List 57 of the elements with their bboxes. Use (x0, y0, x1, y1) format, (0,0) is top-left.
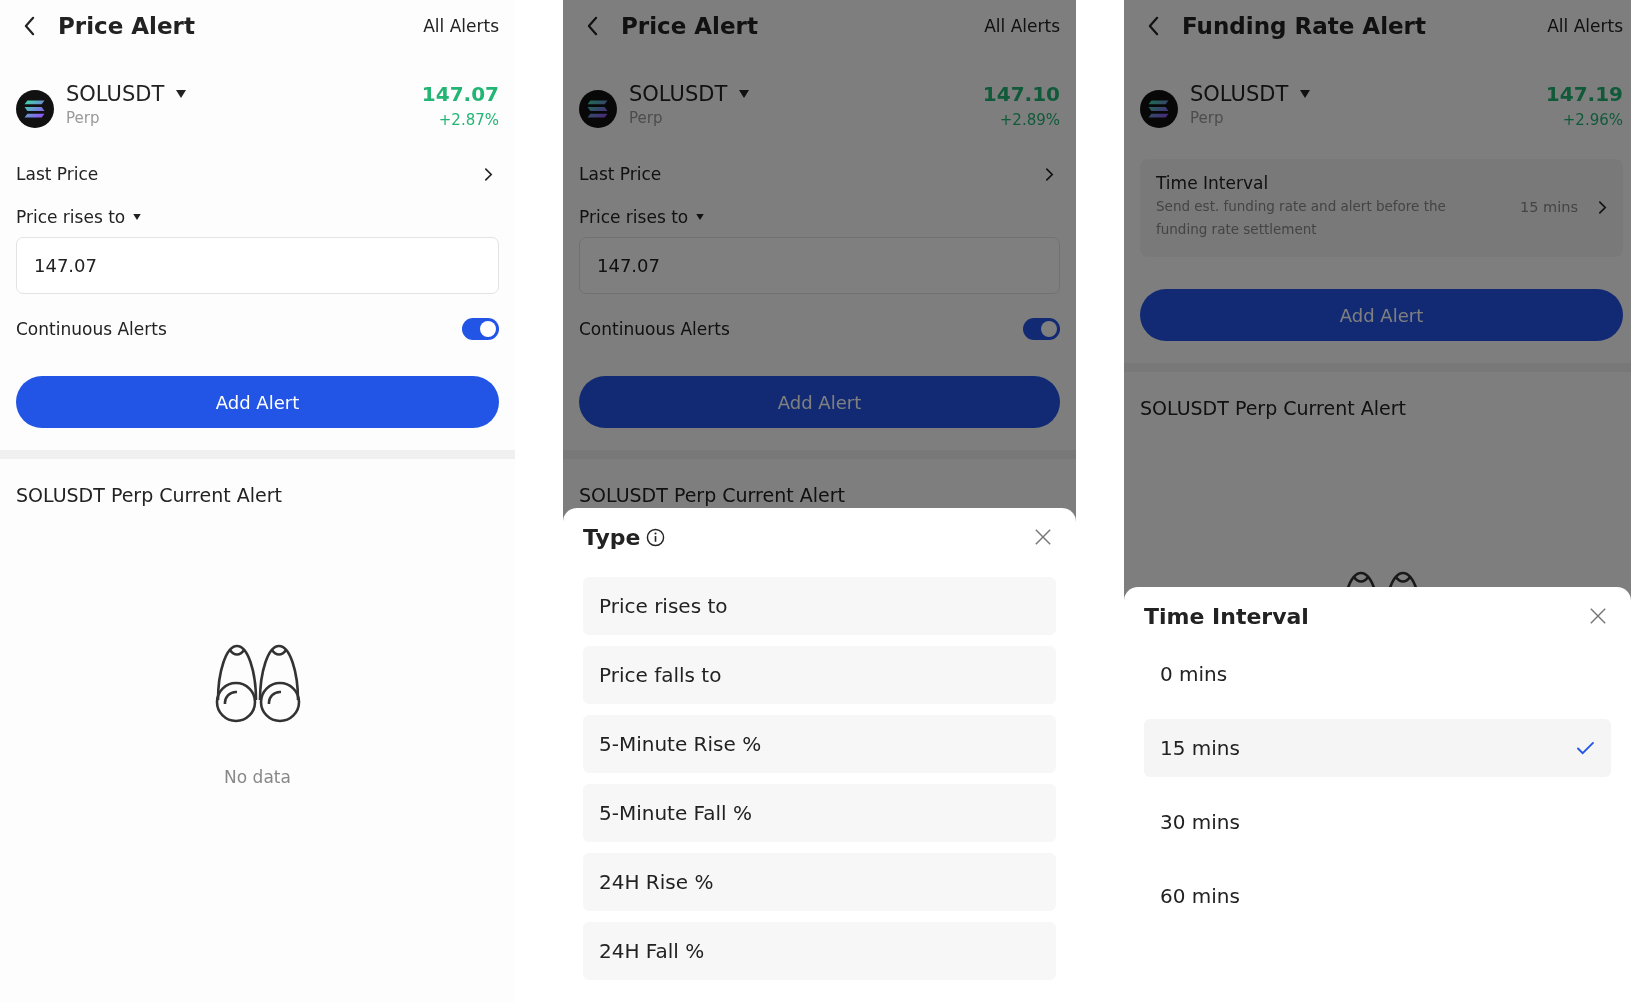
back-icon[interactable] (23, 16, 36, 36)
alert-type-option[interactable]: 24H Rise % (583, 853, 1056, 911)
interval-option[interactable]: 0 mins (1144, 645, 1611, 703)
sheet-title: Time Interval (1144, 603, 1309, 629)
all-alerts-link[interactable]: All Alerts (984, 16, 1060, 36)
close-icon[interactable] (1034, 528, 1052, 546)
continuous-alerts-label: Continuous Alerts (16, 319, 167, 339)
symbol-name[interactable]: SOLUSDT (629, 82, 728, 106)
all-alerts-link[interactable]: All Alerts (423, 16, 499, 36)
time-interval-label: Time Interval (1156, 173, 1270, 193)
page-title: Price Alert (621, 13, 759, 39)
symbol-name[interactable]: SOLUSDT (1190, 82, 1289, 106)
dropdown-caret-icon[interactable] (176, 90, 187, 98)
interval-option[interactable]: 15 mins (1144, 719, 1611, 777)
token-logo-icon (1140, 90, 1178, 128)
dropdown-caret-icon[interactable] (133, 214, 142, 220)
chevron-right-icon (484, 166, 493, 182)
section-title: SOLUSDT Perp Current Alert (1140, 397, 1407, 419)
token-logo-icon (579, 90, 617, 128)
close-icon[interactable] (1589, 607, 1607, 625)
toggle-switch[interactable] (1023, 318, 1060, 340)
price-source-row[interactable]: Last Price (579, 159, 1060, 189)
price-input[interactable]: 147.07 (16, 237, 499, 294)
symbol-name[interactable]: SOLUSDT (66, 82, 165, 106)
alert-type-option[interactable]: 5-Minute Fall % (583, 784, 1056, 842)
condition-selector[interactable]: Price rises to (16, 207, 126, 227)
continuous-alerts-label: Continuous Alerts (579, 319, 730, 339)
last-price: 147.07 (421, 82, 499, 106)
toggle-switch[interactable] (462, 318, 499, 340)
price-change: +2.87% (438, 111, 499, 129)
market-type: Perp (66, 109, 101, 127)
add-alert-button[interactable]: Add Alert (16, 376, 499, 428)
alert-type-option[interactable]: 24H Fall % (583, 922, 1056, 980)
interval-option[interactable]: 30 mins (1144, 793, 1611, 851)
price-change: +2.89% (999, 111, 1060, 129)
price-change: +2.96% (1562, 111, 1623, 129)
last-price: 147.10 (982, 82, 1060, 106)
page-title: Funding Rate Alert (1182, 13, 1427, 39)
all-alerts-link[interactable]: All Alerts (1547, 16, 1623, 36)
sheet-title: Type (583, 524, 641, 550)
alert-type-option[interactable]: 5-Minute Rise % (583, 715, 1056, 773)
interval-option[interactable]: 60 mins (1144, 867, 1611, 925)
chevron-right-icon (1045, 166, 1054, 182)
checkmark-icon (1576, 740, 1595, 756)
alert-type-option[interactable]: Price rises to (583, 577, 1056, 635)
empty-state-text: No data (224, 767, 291, 787)
price-input[interactable]: 147.07 (579, 237, 1060, 294)
condition-selector[interactable]: Price rises to (579, 207, 689, 227)
section-title: SOLUSDT Perp Current Alert (579, 484, 846, 506)
section-title: SOLUSDT Perp Current Alert (16, 484, 283, 506)
info-icon[interactable] (646, 527, 666, 547)
token-logo-icon (16, 90, 54, 128)
alert-type-option[interactable]: Price falls to (583, 646, 1056, 704)
page-title: Price Alert (58, 13, 196, 39)
chevron-right-icon (1598, 199, 1607, 215)
last-price: 147.19 (1545, 82, 1623, 106)
price-source-row[interactable]: Last Price (16, 159, 499, 189)
